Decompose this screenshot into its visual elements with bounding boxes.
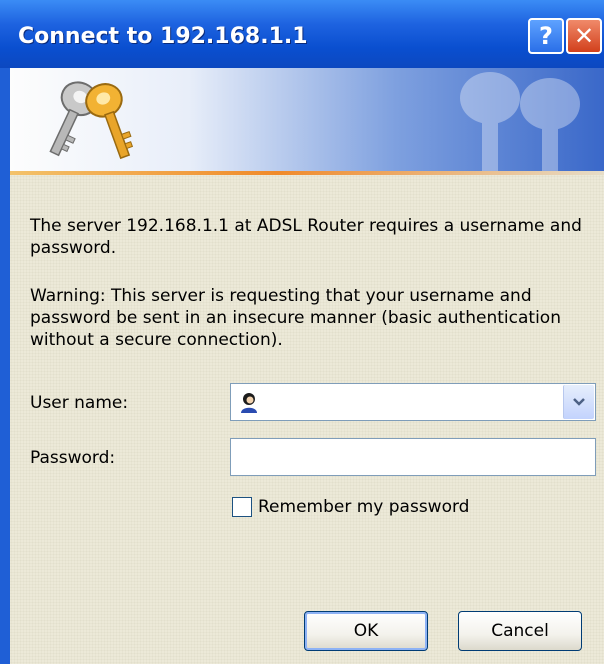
dialog-body: The server 192.168.1.1 at ADSL Router re… (10, 175, 604, 664)
keys-watermark-icon (460, 72, 580, 171)
keys-icon (49, 81, 134, 160)
username-dropdown-button[interactable] (563, 385, 594, 419)
ok-button[interactable]: OK (304, 611, 428, 651)
help-icon: ? (539, 22, 553, 50)
remember-password-checkbox[interactable] (232, 497, 252, 517)
password-field[interactable] (230, 438, 596, 476)
login-dialog: Connect to 192.168.1.1 ? ✕ The server 19… (0, 0, 604, 664)
username-combobox[interactable] (230, 383, 596, 421)
cancel-button[interactable]: Cancel (458, 611, 582, 651)
close-icon: ✕ (573, 22, 595, 50)
dialog-title: Connect to 192.168.1.1 (18, 24, 308, 49)
chevron-down-icon (573, 398, 585, 406)
title-bar: Connect to 192.168.1.1 ? ✕ (0, 0, 604, 68)
username-input[interactable] (267, 386, 561, 420)
remember-password-option[interactable]: Remember my password (232, 497, 469, 517)
close-button[interactable]: ✕ (566, 18, 602, 54)
warning-message: Warning: This server is requesting that … (30, 286, 561, 350)
server-message: The server 192.168.1.1 at ADSL Router re… (30, 216, 582, 258)
user-icon (241, 393, 257, 413)
remember-password-label[interactable]: Remember my password (258, 497, 469, 517)
username-label: User name: (30, 393, 129, 413)
password-label: Password: (30, 448, 116, 468)
help-button[interactable]: ? (528, 18, 564, 54)
dialog-banner (10, 68, 604, 171)
